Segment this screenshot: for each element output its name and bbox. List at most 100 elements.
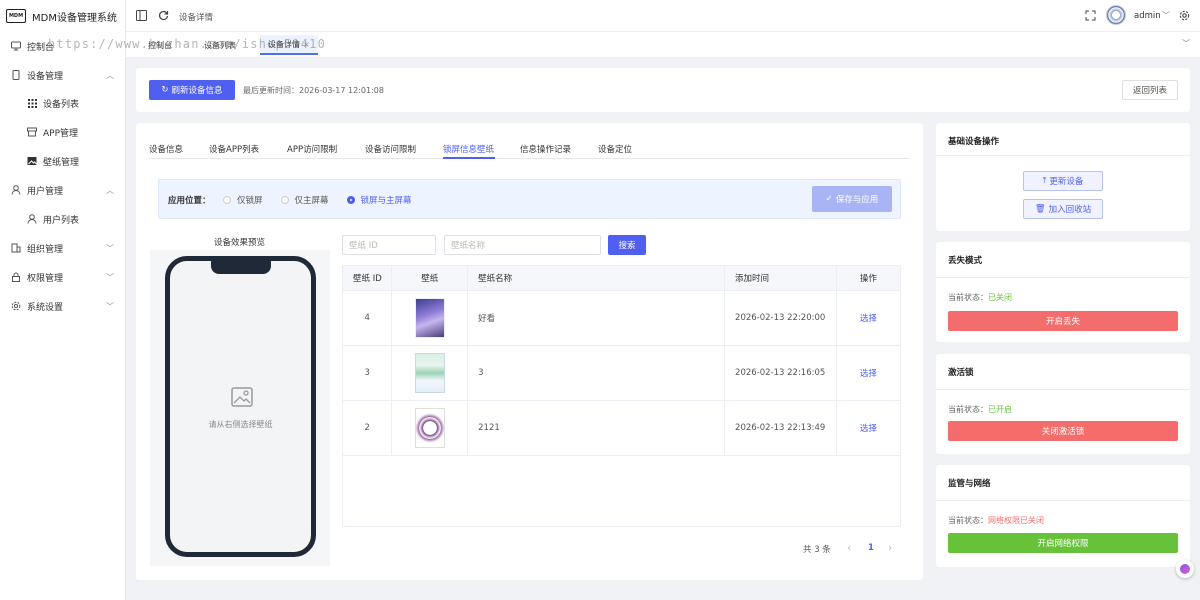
- sidebar-item-label: 壁纸管理: [43, 157, 80, 168]
- radio-homescreen-only[interactable]: 仅主屏幕: [280, 194, 329, 206]
- sidebar-item-permission-mgmt[interactable]: 权限管理 ﹀: [0, 265, 126, 289]
- apply-position-radio-group: 仅锁屏 仅主屏幕 锁屏与主屏幕: [223, 194, 430, 206]
- sidebar-item-user-list[interactable]: 用户列表: [0, 207, 126, 231]
- radio-label: 锁屏与主屏幕: [360, 196, 412, 206]
- chevron-up-icon: ︿: [106, 185, 114, 195]
- sidebar-item-device-list[interactable]: 设备列表: [0, 91, 126, 115]
- apply-position-label: 应用位置：: [168, 196, 211, 206]
- back-to-list-button[interactable]: 返回列表: [1122, 80, 1178, 100]
- refresh-icon: ↻: [161, 85, 169, 95]
- radio-lockscreen-only[interactable]: 仅锁屏: [223, 194, 263, 206]
- tag-device-list[interactable]: 设备列表: [196, 35, 244, 55]
- sidebar-item-settings[interactable]: 系统设置 ﹀: [0, 294, 126, 318]
- radio-both-screens[interactable]: 锁屏与主屏幕: [346, 194, 412, 206]
- radio-label: 仅锁屏: [237, 196, 263, 206]
- network-panel: 监管与网络 当前状态：网络权限已关闭 开启网络权限: [936, 465, 1190, 567]
- brain-icon: [1180, 564, 1190, 574]
- save-apply-label: 保存与应用: [835, 195, 879, 205]
- tab-device-restrictions[interactable]: 设备访问限制: [365, 143, 416, 155]
- wallpaper-thumbnail[interactable]: [414, 352, 445, 393]
- tab-device-location[interactable]: 设备定位: [598, 143, 632, 155]
- select-link[interactable]: 选择: [860, 314, 877, 324]
- fullscreen-icon[interactable]: [1085, 10, 1096, 24]
- close-icon[interactable]: ×: [303, 40, 310, 49]
- update-device-label: 更新设备: [1049, 177, 1084, 187]
- sidebar-item-user-mgmt[interactable]: 用户管理 ︿: [0, 178, 126, 202]
- pagination-total: 共 3 条: [803, 545, 831, 555]
- collapse-sidebar-icon[interactable]: [136, 10, 147, 24]
- tab-device-info[interactable]: 设备信息: [149, 143, 183, 155]
- cell-thumbnail: [391, 400, 469, 456]
- disable-activation-lock-button[interactable]: 关闭激活锁: [948, 421, 1178, 441]
- refresh-icon[interactable]: [158, 10, 169, 24]
- status-value: 网络权限已关闭: [988, 516, 1044, 525]
- cell-time: 2026-02-13 22:16:05: [724, 345, 837, 401]
- sidebar-item-org-mgmt[interactable]: 组织管理 ﹀: [0, 236, 126, 260]
- add-to-recycle-button[interactable]: 🗑 加入回收站: [1023, 199, 1103, 219]
- image-placeholder-icon: [231, 387, 253, 410]
- cell-thumbnail: [391, 290, 469, 346]
- sidebar-item-label: 控制台: [27, 42, 55, 53]
- sidebar-item-app-mgmt[interactable]: APP管理: [0, 120, 126, 144]
- col-header-id: 壁纸 ID: [343, 266, 393, 291]
- radio-dot: [223, 196, 231, 204]
- chevron-down-icon[interactable]: ﹀: [1182, 38, 1190, 49]
- sidebar-item-label: 权限管理: [27, 273, 64, 284]
- tag-label: 控制台: [148, 40, 172, 50]
- update-device-button[interactable]: ⤒ 更新设备: [1023, 171, 1103, 191]
- cell-action: 选择: [836, 345, 900, 401]
- select-link[interactable]: 选择: [860, 369, 877, 379]
- tab-lockscreen-wallpaper[interactable]: 锁屏信息壁纸: [443, 143, 494, 155]
- cell-name: 3: [467, 345, 726, 401]
- tab-app-restrictions[interactable]: APP访问限制: [287, 143, 337, 155]
- assistant-float-button[interactable]: [1176, 560, 1194, 578]
- chevron-down-icon: ﹀: [106, 272, 114, 282]
- cell-id: 3: [343, 345, 393, 401]
- cell-action: 选择: [836, 400, 900, 456]
- add-to-recycle-label: 加入回收站: [1048, 205, 1092, 215]
- gear-icon[interactable]: [1179, 10, 1190, 24]
- phone-frame: 请从右侧选择壁纸: [165, 256, 316, 557]
- breadcrumb: 设备详情: [179, 13, 214, 23]
- tag-device-detail[interactable]: 设备详情 ×: [260, 35, 318, 55]
- pagination-prev-icon[interactable]: ‹: [847, 541, 851, 554]
- pagination-next-icon[interactable]: ›: [888, 541, 892, 554]
- wallpaper-name-input[interactable]: 壁纸名称: [444, 235, 601, 255]
- tag-label: 设备列表: [204, 40, 236, 50]
- user-icon: [11, 185, 21, 195]
- top-header: 设备详情 admin ﹀: [126, 0, 1200, 32]
- user-icon: [27, 214, 37, 224]
- wallpaper-table: 壁纸 ID 壁纸 壁纸名称 添加时间 操作 4 好看 2026-02-13 22…: [342, 265, 901, 527]
- panel-divider: [936, 155, 1190, 156]
- pagination-page[interactable]: 1: [868, 543, 874, 553]
- radio-dot: [346, 196, 355, 204]
- tab-operation-log[interactable]: 信息操作记录: [520, 143, 571, 155]
- user-name[interactable]: admin: [1134, 11, 1161, 21]
- tag-label: 设备详情: [268, 39, 300, 49]
- avatar[interactable]: [1106, 5, 1126, 25]
- status-value: 已开启: [988, 405, 1012, 414]
- cell-id: 2: [343, 400, 393, 456]
- enable-network-button[interactable]: 开启网络权限: [948, 533, 1178, 553]
- panel-divider: [936, 389, 1190, 390]
- save-apply-button[interactable]: ✓ 保存与应用: [812, 186, 892, 212]
- tab-device-apps[interactable]: 设备APP列表: [209, 143, 259, 155]
- wallpaper-id-input[interactable]: 壁纸 ID: [342, 235, 436, 255]
- check-icon: ✓: [825, 194, 833, 204]
- cell-action: 选择: [836, 290, 900, 346]
- image-icon: [27, 156, 37, 166]
- enable-lost-mode-button[interactable]: 开启丢失: [948, 311, 1178, 331]
- select-link[interactable]: 选择: [860, 424, 877, 434]
- sidebar-item-dashboard[interactable]: 控制台: [0, 34, 126, 58]
- status-label: 当前状态：: [948, 293, 988, 302]
- refresh-device-button[interactable]: ↻ 刷新设备信息: [149, 80, 235, 100]
- lost-mode-title: 丢失模式: [948, 256, 983, 266]
- sidebar-item-device-mgmt[interactable]: 设备管理 ︿: [0, 63, 126, 87]
- chevron-up-icon: ︿: [106, 70, 114, 80]
- chevron-down-icon[interactable]: ﹀: [1162, 10, 1170, 21]
- wallpaper-thumbnail[interactable]: [414, 407, 445, 448]
- tag-dashboard[interactable]: 控制台: [140, 35, 180, 55]
- sidebar-item-wallpaper-mgmt[interactable]: 壁纸管理: [0, 149, 126, 173]
- search-button[interactable]: 搜索: [608, 235, 646, 255]
- wallpaper-thumbnail[interactable]: [414, 297, 445, 338]
